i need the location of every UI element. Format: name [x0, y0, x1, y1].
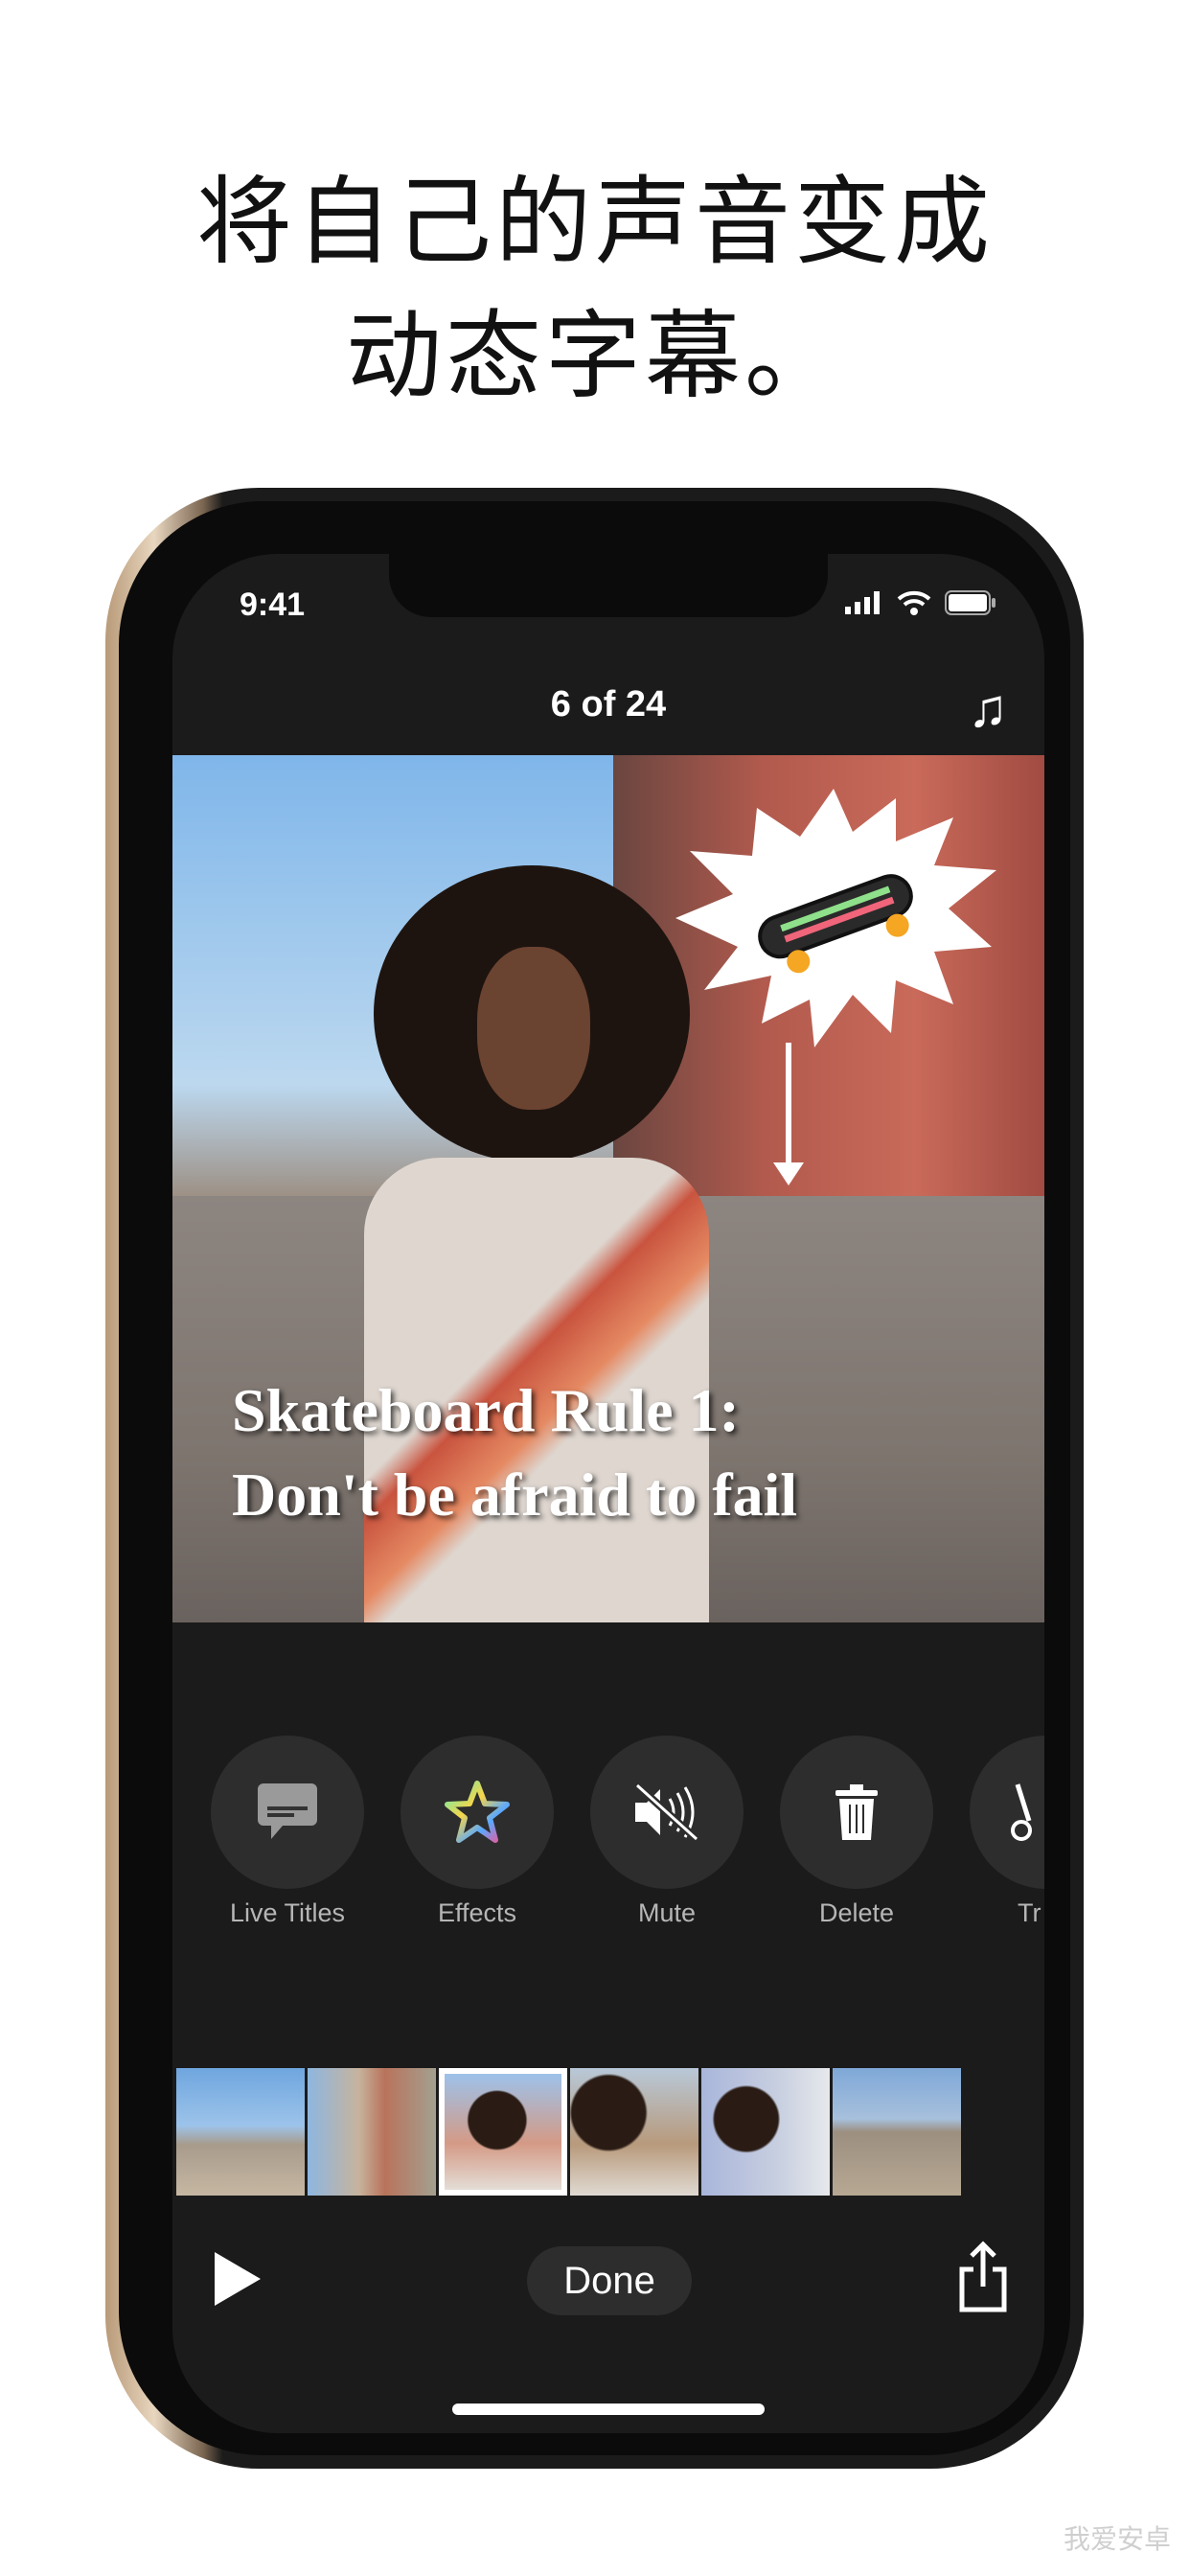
headline-line-1: 将自己的声音变成: [196, 166, 994, 278]
clip-thumbnail-selected[interactable]: [439, 2068, 567, 2196]
arrow-icon: [773, 1043, 804, 1185]
done-button[interactable]: Done: [527, 2246, 692, 2315]
effects-label: Effects: [437, 1898, 517, 1927]
clip-thumbnail[interactable]: [701, 2068, 830, 2196]
watermark: 我爱安卓: [1063, 2524, 1171, 2554]
share-icon[interactable]: [958, 2241, 1008, 2313]
video-preview[interactable]: Skateboard Rule 1: Don't be afraid to fa…: [172, 755, 1044, 1622]
live-titles-button[interactable]: Live Titles: [211, 1736, 364, 1928]
delete-button[interactable]: Delete: [780, 1736, 933, 1928]
clip-thumbnail[interactable]: [308, 2068, 436, 2196]
speaker-muted-icon: [634, 1783, 699, 1841]
home-indicator[interactable]: [452, 2404, 765, 2415]
mute-button[interactable]: Mute: [590, 1736, 744, 1928]
notch: [389, 554, 828, 617]
headline-line-2: 动态字幕。: [346, 300, 844, 412]
mute-label: Mute: [637, 1898, 697, 1927]
clip-counter-title: 6 of 24: [550, 684, 667, 724]
wifi-icon: [897, 590, 931, 615]
trim-button[interactable]: Tr: [970, 1736, 1044, 1928]
clip-thumbnail[interactable]: [570, 2068, 698, 2196]
status-time: 9:41: [240, 586, 306, 623]
play-icon[interactable]: [209, 2250, 266, 2308]
skateboard-sticker[interactable]: [666, 784, 1001, 1052]
clip-thumbnail[interactable]: [964, 2068, 1044, 2196]
live-titles-label: Live Titles: [229, 1898, 346, 1927]
speech-bubble-icon: [258, 1783, 317, 1839]
person-face: [477, 947, 590, 1110]
clip-thumbnail[interactable]: [833, 2068, 961, 2196]
phone-frame: 9:41 6 of 24 ♫ Skateboard Rule 1: Don't …: [105, 488, 1084, 2469]
live-title-caption[interactable]: Skateboard Rule 1: Don't be afraid to fa…: [232, 1368, 797, 1537]
battery-icon: [945, 590, 995, 615]
status-icons: [845, 590, 996, 615]
trash-icon: [835, 1784, 878, 1840]
filmstrip[interactable]: [176, 2068, 1044, 2196]
tool-bar: Live Titles Effects Mute Delete Tr: [172, 1736, 1044, 1975]
scissors-icon: [1011, 1783, 1032, 1841]
clip-thumbnail[interactable]: [176, 2068, 305, 2196]
delete-label: Delete: [818, 1898, 895, 1927]
trim-label: Tr: [1018, 1898, 1041, 1927]
effects-button[interactable]: Effects: [400, 1736, 554, 1928]
app-screen: 9:41 6 of 24 ♫ Skateboard Rule 1: Don't …: [172, 554, 1044, 2433]
star-icon: [445, 1781, 510, 1843]
music-note-icon[interactable]: ♫: [968, 677, 1008, 739]
signal-icon: [845, 591, 880, 614]
